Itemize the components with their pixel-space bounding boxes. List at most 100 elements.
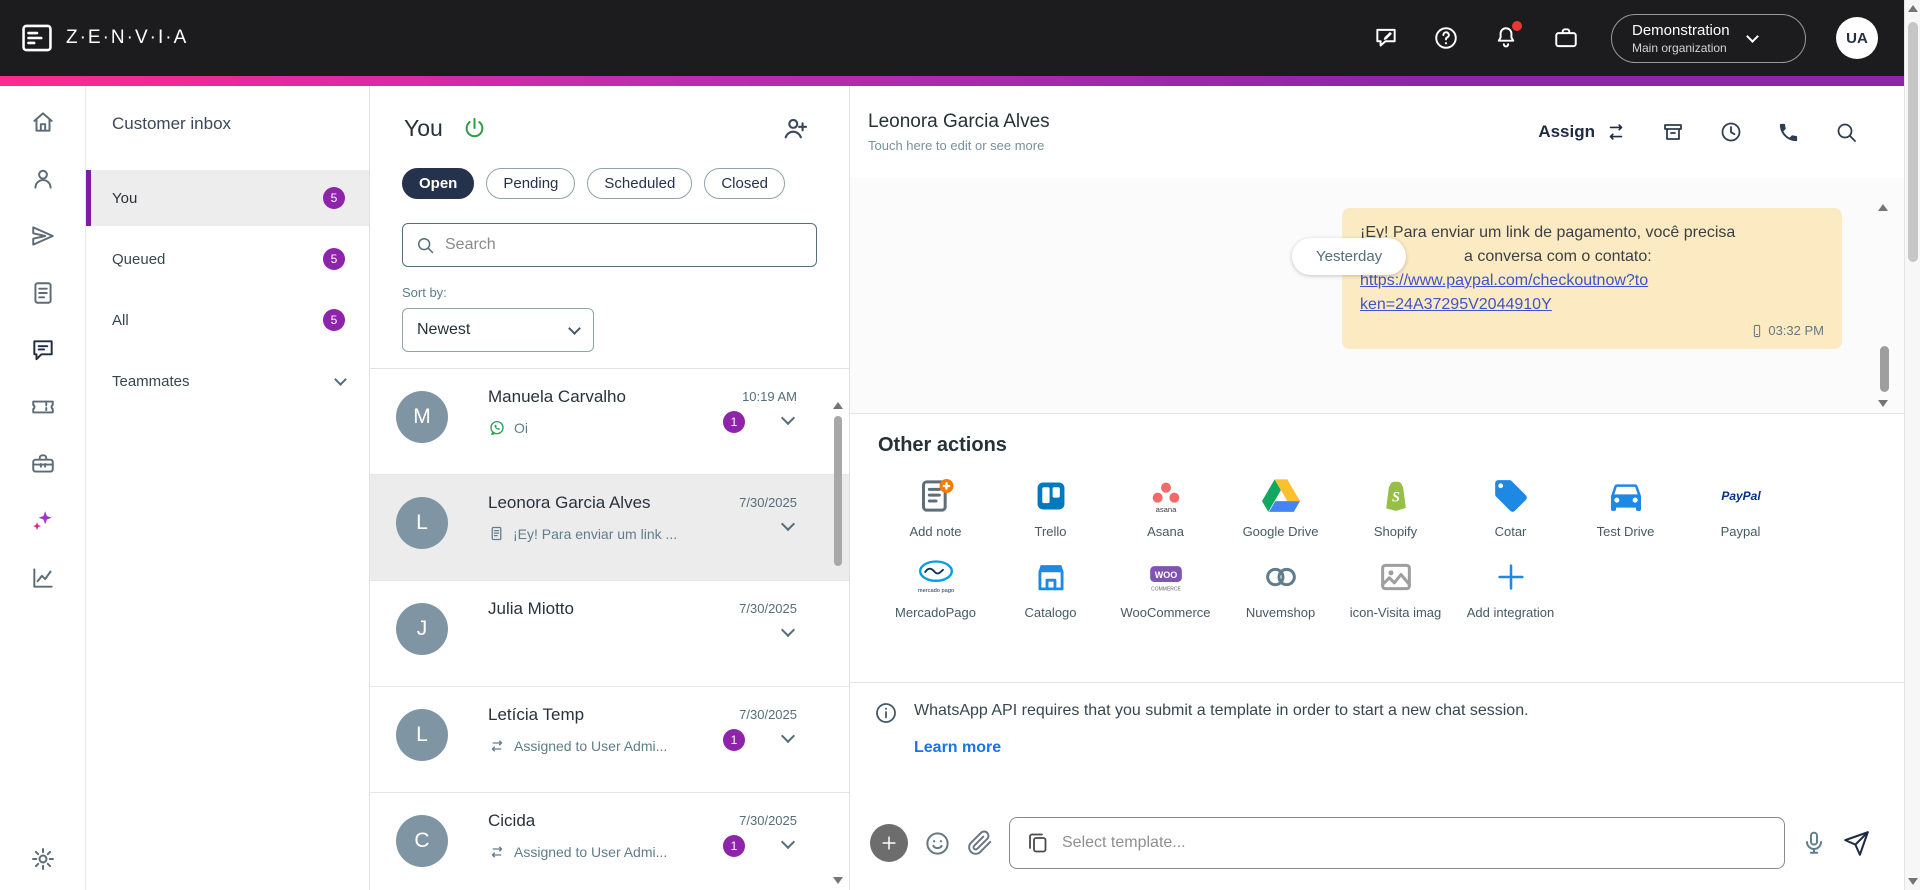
contacts-icon[interactable] — [21, 166, 65, 192]
settings-icon[interactable] — [21, 846, 65, 872]
filter-closed[interactable]: Closed — [704, 168, 786, 199]
google-drive-icon — [1223, 473, 1338, 519]
conversation-preview: Oi — [514, 420, 528, 436]
other-actions-section: Other actions Add note Trello asana Asan… — [850, 414, 1904, 682]
avatar: C — [396, 815, 448, 867]
template-select-box[interactable] — [1009, 817, 1785, 869]
conversation-item[interactable]: M Manuela Carvalho 10:19 AM Oi 1 — [370, 369, 849, 475]
organization-name: Demonstration — [1632, 21, 1730, 39]
archive-icon[interactable] — [1661, 120, 1685, 144]
analytics-icon[interactable] — [21, 565, 65, 591]
conversation-item-selected[interactable]: L Leonora Garcia Alves 7/30/2025 ¡Ey! Pa… — [370, 475, 849, 581]
toolbox-icon[interactable] — [21, 451, 65, 477]
assign-button[interactable]: Assign — [1538, 121, 1627, 143]
history-icon[interactable] — [1719, 120, 1743, 144]
action-cotar[interactable]: Cotar — [1453, 473, 1568, 540]
action-broken-integration[interactable]: icon-Visita imag — [1338, 554, 1453, 621]
conversation-time: 10:19 AM — [742, 389, 797, 404]
action-trello[interactable]: Trello — [993, 473, 1108, 540]
conversation-time: 7/30/2025 — [739, 813, 797, 828]
action-asana[interactable]: asana Asana — [1108, 473, 1223, 540]
plus-icon — [1453, 554, 1568, 600]
action-catalogo[interactable]: Catalogo — [993, 554, 1108, 621]
action-shopify[interactable]: S Shopify — [1338, 473, 1453, 540]
ai-sparkles-icon[interactable] — [21, 508, 65, 534]
assign-swap-icon — [1609, 124, 1623, 140]
contact-subtitle: Touch here to edit or see more — [868, 138, 1045, 153]
filter-pending[interactable]: Pending — [486, 168, 576, 199]
avatar: L — [396, 709, 448, 761]
action-nuvemshop[interactable]: Nuvemshop — [1223, 554, 1338, 621]
unread-badge: 1 — [723, 729, 745, 751]
sidebar-item-teammates[interactable]: Teammates — [86, 353, 369, 409]
action-add-integration[interactable]: Add integration — [1453, 554, 1568, 621]
paypal-icon: PayPal — [1683, 473, 1798, 519]
notifications-icon[interactable] — [1491, 21, 1522, 53]
contact-info[interactable]: Leonora Garcia Alves Touch here to edit … — [868, 111, 1050, 153]
sidebar-item-you[interactable]: You 5 — [86, 170, 369, 226]
emoji-icon[interactable] — [924, 830, 951, 857]
filter-open[interactable]: Open — [402, 168, 475, 199]
count-badge: 5 — [323, 309, 345, 331]
call-icon[interactable] — [1777, 121, 1800, 144]
action-add-note[interactable]: Add note — [878, 473, 993, 540]
action-paypal[interactable]: PayPal Paypal — [1683, 473, 1798, 540]
conversation-item[interactable]: L Letícia Temp 7/30/2025 Assigned to Use… — [370, 687, 849, 793]
tickets-icon[interactable] — [21, 394, 65, 420]
chat-edit-icon[interactable] — [1371, 23, 1401, 53]
composer-plus-button[interactable] — [870, 824, 908, 862]
action-mercadopago[interactable]: mercado pago MercadoPago — [878, 554, 993, 621]
conversation-time: 7/30/2025 — [739, 495, 797, 510]
conversation-name: Manuela Carvalho — [488, 387, 626, 406]
learn-more-link[interactable]: Learn more — [914, 739, 1001, 757]
action-google-drive[interactable]: Google Drive — [1223, 473, 1338, 540]
home-icon[interactable] — [21, 109, 65, 135]
list-scroll-down[interactable] — [833, 877, 843, 884]
availability-power-icon[interactable] — [461, 115, 488, 142]
attachment-icon[interactable] — [967, 830, 993, 856]
messages-scroll-up[interactable] — [1878, 204, 1888, 211]
mic-icon[interactable] — [1801, 830, 1827, 856]
template-select-input[interactable] — [1062, 834, 1768, 852]
add-person-icon[interactable] — [781, 114, 809, 142]
page-scroll-up[interactable] — [1908, 5, 1918, 12]
help-icon[interactable] — [1431, 23, 1461, 53]
chat-header: Leonora Garcia Alves Touch here to edit … — [850, 86, 1904, 178]
price-tag-icon — [1453, 473, 1568, 519]
action-woocommerce[interactable]: WOOCOMMERCE Nuvemshop WooCommerce — [1108, 554, 1223, 621]
campaigns-icon[interactable] — [21, 223, 65, 249]
svg-text:PayPal: PayPal — [1721, 489, 1761, 503]
page-scrollbar[interactable] — [1904, 0, 1920, 890]
organization-selector[interactable]: Demonstration Main organization — [1611, 13, 1806, 63]
user-avatar[interactable]: UA — [1836, 17, 1878, 59]
contact-name[interactable]: Leonora Garcia Alves — [868, 111, 1050, 133]
sort-dropdown[interactable]: Newest — [402, 308, 594, 352]
sidebar-item-all[interactable]: All 5 — [86, 292, 369, 348]
sidebar-item-queued[interactable]: Queued 5 — [86, 231, 369, 287]
workspace-icon[interactable] — [1551, 23, 1581, 53]
filter-scheduled[interactable]: Scheduled — [587, 168, 693, 199]
chevron-down-icon[interactable] — [780, 622, 796, 638]
docs-icon[interactable] — [21, 280, 65, 306]
page-scroll-down[interactable] — [1908, 878, 1918, 885]
conversation-item[interactable]: J Julia Miotto 7/30/2025 — [370, 581, 849, 687]
payment-link[interactable]: https://www.paypal.com/checkoutnow?token… — [1360, 269, 1656, 317]
search-input[interactable] — [445, 236, 804, 254]
count-badge: 5 — [323, 248, 345, 270]
conversation-item[interactable]: C Cicida 7/30/2025 Assigned to User Admi… — [370, 793, 849, 890]
page-scrollbar-thumb[interactable] — [1908, 22, 1918, 262]
list-scroll-up[interactable] — [833, 402, 843, 409]
brand[interactable]: Z·E·N·V·I·A — [20, 21, 188, 55]
conversation-search[interactable] — [402, 223, 817, 267]
send-icon[interactable] — [1843, 830, 1870, 857]
conversation-name: Letícia Temp — [488, 705, 585, 724]
messages-scroll-down[interactable] — [1878, 400, 1888, 407]
search-icon[interactable] — [1834, 120, 1858, 144]
chats-icon[interactable] — [21, 337, 65, 363]
messages-scrollbar-thumb[interactable] — [1880, 346, 1889, 392]
action-test-drive[interactable]: Test Drive — [1568, 473, 1683, 540]
conversation-preview: Assigned to User Admi... — [514, 844, 668, 860]
svg-text:WOO: WOO — [1154, 570, 1177, 580]
messages-area: Yesterday ¡Ey! Para enviar um link de pa… — [850, 178, 1904, 414]
list-scrollbar-thumb[interactable] — [834, 416, 842, 566]
